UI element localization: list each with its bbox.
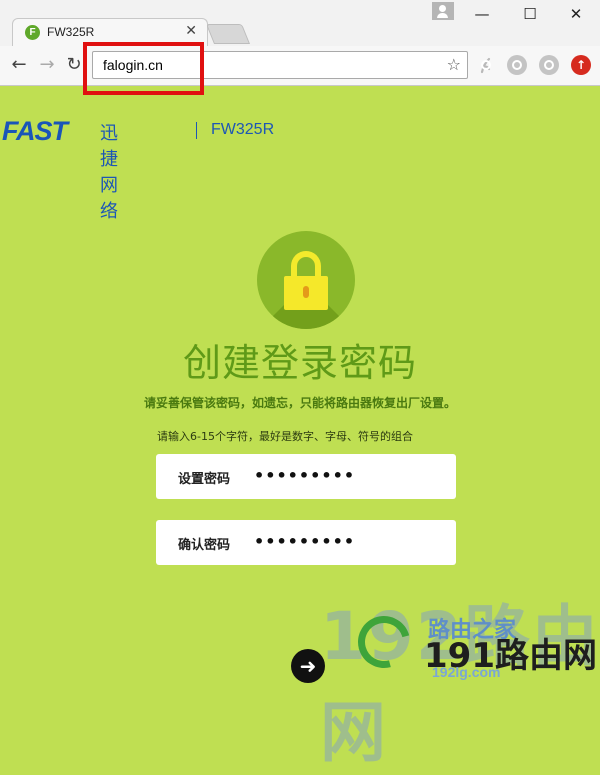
brand-name-cn: 迅捷网络	[100, 123, 118, 222]
set-password-label: 设置密码	[178, 472, 231, 487]
lock-icon	[257, 231, 355, 329]
browser-titlebar: F FW325R ✕ — ☐ ✕	[0, 0, 600, 46]
model-name: FW325R	[211, 121, 275, 138]
extension-block-icon[interactable]	[507, 55, 527, 75]
bookmark-star-icon[interactable]: ☆	[447, 55, 461, 74]
reload-icon[interactable]: ↻	[63, 54, 85, 76]
page-title: 创建登录密码	[182, 341, 417, 385]
forward-arrow-icon[interactable]: →	[36, 54, 58, 76]
minimize-button[interactable]: —	[462, 2, 502, 26]
update-arrow-icon[interactable]: ↑	[571, 55, 591, 75]
extension-gesture-icon[interactable]	[476, 55, 496, 75]
confirm-password-input[interactable]: •••••••••	[254, 532, 355, 551]
lock-body	[284, 276, 328, 310]
keyhole-icon	[303, 286, 309, 298]
back-arrow-icon[interactable]: ←	[8, 54, 30, 76]
confirm-password-field[interactable]: 确认密码 •••••••••	[156, 520, 456, 565]
tab-close-icon[interactable]: ✕	[185, 23, 197, 39]
tab-title: FW325R	[47, 25, 95, 39]
profile-user-icon[interactable]	[432, 2, 454, 20]
next-arrow-button[interactable]: ➜	[291, 649, 325, 683]
watermark-site: 192lg.com	[432, 664, 501, 680]
url-highlight-box	[83, 42, 204, 95]
new-tab-button[interactable]	[205, 24, 251, 44]
set-password-input[interactable]: •••••••••	[254, 466, 355, 485]
confirm-password-label: 确认密码	[178, 538, 231, 553]
password-hint-text: 请输入6-15个字符，最好是数字、字母、符号的组合	[157, 430, 413, 443]
fast-favicon-icon: F	[25, 25, 40, 40]
extension-adblock-icon[interactable]	[539, 55, 559, 75]
close-window-button[interactable]: ✕	[556, 2, 596, 26]
maximize-button[interactable]: ☐	[510, 2, 550, 26]
logo-divider	[196, 122, 197, 139]
fast-logo: FAST	[2, 116, 68, 146]
password-warning-text: 请妥善保管该密码，如遗忘，只能将路由器恢复出厂设置。	[143, 396, 456, 410]
set-password-field[interactable]: 设置密码 •••••••••	[156, 454, 456, 499]
